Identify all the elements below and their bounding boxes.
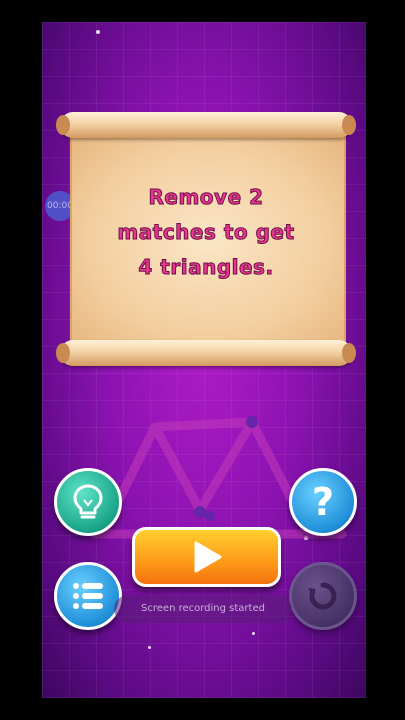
replay-icon [308, 582, 337, 610]
match-head [205, 511, 215, 521]
menu-button[interactable] [54, 562, 122, 630]
screen-recording-toast: Screen recording started [114, 595, 292, 623]
game-screen: 00:00 Remove 2 matches to get 4 triangle… [42, 22, 366, 698]
scroll-rod-top [56, 112, 356, 138]
hint-button[interactable] [54, 468, 122, 536]
instruction-scroll: Remove 2 matches to get 4 triangles. [56, 110, 356, 372]
match-head [194, 506, 206, 518]
play-icon [194, 541, 221, 573]
play-button[interactable] [132, 527, 281, 587]
match-stick [195, 417, 257, 515]
puzzle-instruction: Remove 2 matches to get 4 triangles. [117, 185, 295, 280]
replay-button[interactable] [289, 562, 357, 630]
match-head [246, 416, 258, 428]
match-stick [150, 417, 257, 432]
scroll-rod-bottom [56, 340, 356, 366]
match-stick [150, 422, 205, 515]
question-icon: ? [311, 480, 335, 524]
lightbulb-icon [73, 484, 103, 519]
help-button[interactable]: ? [289, 468, 357, 536]
list-icon [73, 583, 103, 609]
